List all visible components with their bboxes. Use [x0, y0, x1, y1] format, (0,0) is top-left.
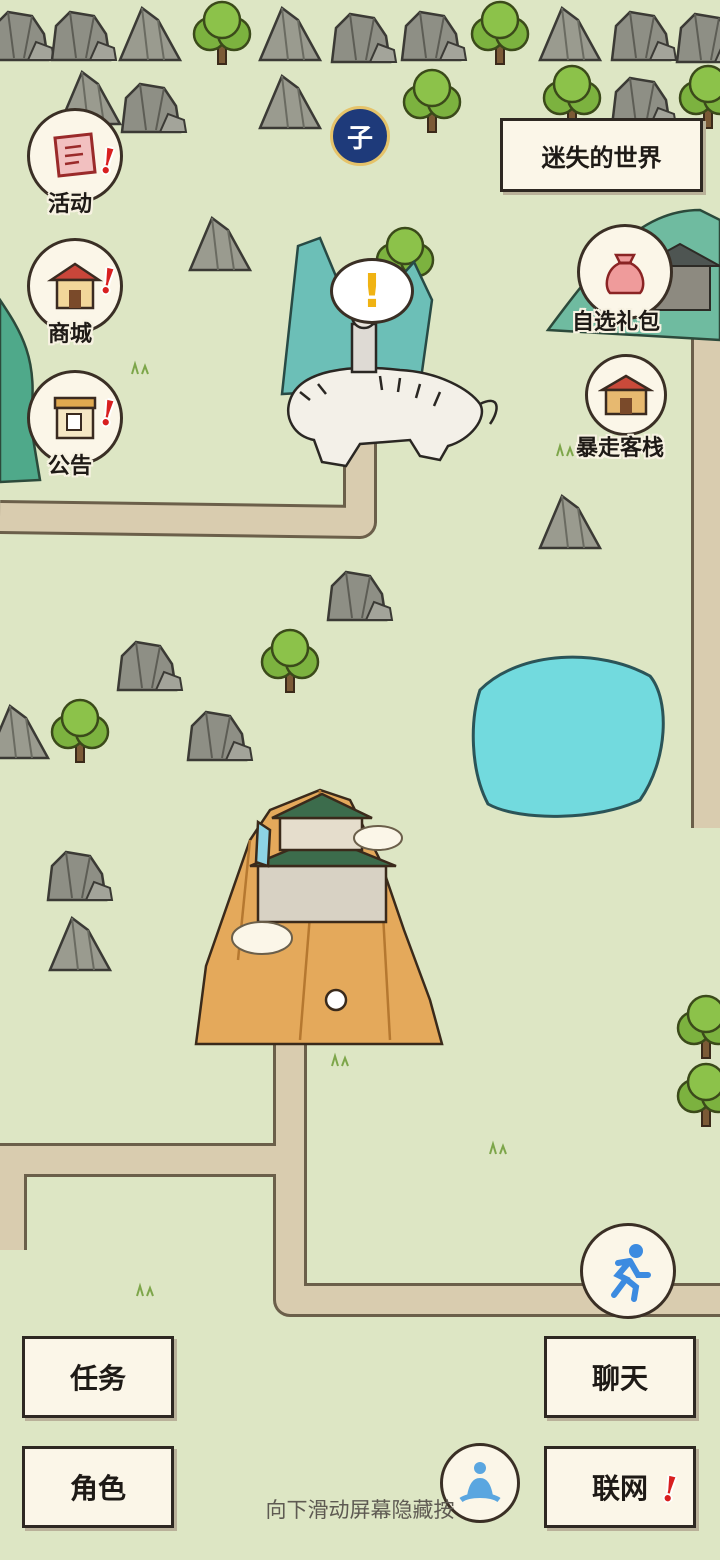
quest-button[interactable]: 任务 — [22, 1336, 174, 1418]
scroll-icon — [53, 132, 97, 178]
inn-button[interactable] — [585, 354, 667, 436]
moon-badge-glyph: 子 — [346, 123, 373, 154]
exclamation-icon: ! — [361, 264, 383, 318]
quest-label: 任务 — [69, 1362, 126, 1395]
sprint-button[interactable] — [580, 1223, 676, 1319]
inn-label: 暴走客栈 — [576, 436, 665, 461]
moon-badge-icon[interactable]: 子 — [330, 106, 390, 166]
inn-icon — [598, 374, 654, 416]
gift-bag-icon — [605, 253, 645, 295]
chat-button[interactable]: 聊天 — [544, 1336, 696, 1418]
notice-label: 公告 — [48, 454, 93, 479]
swipe-hint-text: 向下滑动屏幕隐藏按 — [265, 1498, 455, 1522]
activity-label: 活动 — [48, 192, 93, 217]
shop-icon — [46, 262, 104, 310]
region-name-box: 迷失的世界 — [500, 118, 703, 192]
region-name: 迷失的世界 — [541, 143, 662, 172]
chat-label: 聊天 — [591, 1362, 648, 1395]
notice-board-icon — [53, 396, 97, 440]
shop-label: 商城 — [48, 322, 93, 347]
running-person-icon — [611, 1244, 651, 1302]
npc-quest-alert-bubble[interactable]: ! — [330, 258, 414, 324]
gift-pack-label: 自选礼包 — [572, 310, 661, 335]
